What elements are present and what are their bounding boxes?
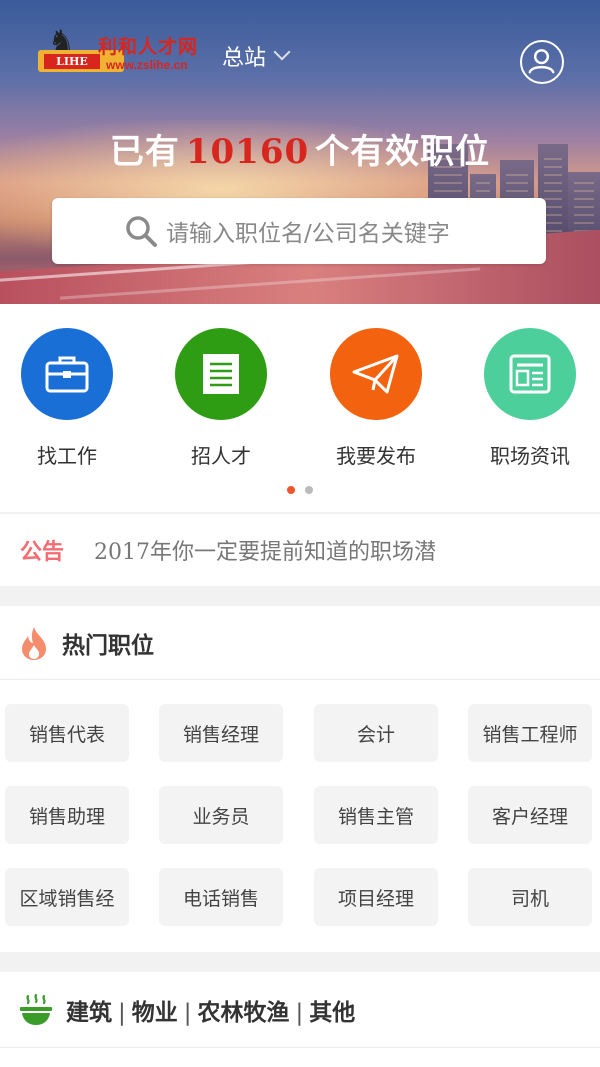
logo-badge-text: LIHE [44, 54, 100, 69]
quick-nav-news[interactable]: 职场资讯 [470, 328, 590, 469]
user-icon [528, 49, 555, 74]
next-section-top [0, 1048, 600, 1067]
quick-nav-find-job[interactable]: 找工作 [7, 328, 127, 469]
pagination-dot-active[interactable] [287, 486, 295, 494]
category-item[interactable]: 物业 [132, 1000, 178, 1026]
category-item[interactable]: 其他 [309, 1000, 355, 1026]
hot-jobs-header: 热门职位 [0, 606, 600, 680]
user-profile-button[interactable] [520, 40, 564, 84]
news-icon [509, 354, 551, 394]
hot-job-chip[interactable]: 业务员 [159, 786, 283, 844]
briefcase-icon [45, 356, 89, 393]
quick-nav-circle [484, 328, 576, 420]
site-logo[interactable]: ♞ LIHE 利和人才网 www.zslihe.cn [34, 24, 216, 78]
announcement-text[interactable]: 2017年你一定要提前知道的职场潜 [94, 534, 436, 566]
document-list-icon [203, 354, 239, 394]
quick-nav-circle [21, 328, 113, 420]
chevron-down-icon [273, 43, 291, 61]
quick-nav-label: 我要发布 [336, 444, 416, 468]
quick-nav-recruit[interactable]: 招人才 [161, 328, 281, 469]
hot-job-chip[interactable]: 销售助理 [5, 786, 129, 844]
announcement-bar[interactable]: 公告 2017年你一定要提前知道的职场潜 [0, 514, 600, 586]
hot-job-chip[interactable]: 区域销售经 [5, 868, 129, 926]
flame-icon [22, 626, 46, 660]
hot-job-chip[interactable]: 销售经理 [159, 704, 283, 762]
carousel-pagination [0, 486, 600, 494]
station-selector[interactable]: 总站 [222, 40, 291, 72]
quick-nav-label: 招人才 [191, 444, 251, 468]
category-separator: | [295, 999, 304, 1026]
hot-job-chip[interactable]: 项目经理 [314, 868, 438, 926]
hero-banner: ♞ LIHE 利和人才网 www.zslihe.cn 总站 已有 10160 个有效… [0, 0, 600, 304]
job-count-headline: 已有 10160 个有效职位 [0, 124, 600, 173]
quick-nav-circle [175, 328, 267, 420]
headline-suffix: 个有效职位 [315, 132, 491, 172]
search-placeholder: 请输入职位名/公司名关键字 [166, 221, 450, 247]
category-item[interactable]: 农林牧渔 [198, 1000, 290, 1026]
hot-job-chip[interactable]: 电话销售 [159, 868, 283, 926]
pagination-dot[interactable] [305, 486, 313, 494]
paper-plane-icon [352, 354, 399, 394]
search-box[interactable]: 请输入职位名/公司名关键字 [52, 198, 546, 264]
category-separator: | [118, 999, 126, 1026]
logo-url: www.zslihe.cn [106, 58, 188, 72]
steaming-bowl-icon [20, 993, 52, 1025]
search-icon [126, 216, 157, 247]
category-separator: | [183, 999, 192, 1026]
hot-job-chip[interactable]: 销售代表 [5, 704, 129, 762]
quick-nav-circle [330, 328, 422, 420]
hot-job-chip[interactable]: 客户经理 [468, 786, 592, 844]
hot-jobs-title: 热门职位 [62, 632, 154, 659]
category-row[interactable]: 建筑 | 物业 | 农林牧渔 | 其他 [0, 972, 600, 1048]
quick-nav-label: 找工作 [37, 444, 97, 468]
hot-job-chip[interactable]: 司机 [468, 868, 592, 926]
hot-jobs-section: 热门职位 销售代表 销售经理 会计 销售工程师 销售助理 业务员 销售主管 客户… [0, 606, 600, 952]
category-item[interactable]: 建筑 [66, 1000, 112, 1026]
hot-job-chip[interactable]: 销售主管 [314, 786, 438, 844]
category-text: 建筑 | 物业 | 农林牧渔 | 其他 [66, 993, 355, 1027]
quick-nav-publish[interactable]: 我要发布 [316, 328, 436, 469]
announcement-tag: 公告 [20, 540, 65, 565]
station-label: 总站 [222, 46, 267, 71]
job-count: 10160 [185, 132, 310, 172]
hot-job-chip[interactable]: 销售工程师 [468, 704, 592, 762]
quick-nav: 找工作 招人才 我要发布 职场资讯 [0, 304, 600, 512]
quick-nav-label: 职场资讯 [490, 444, 570, 468]
headline-prefix: 已有 [109, 132, 180, 172]
logo-name: 利和人才网 [98, 36, 199, 58]
hot-job-chip[interactable]: 会计 [314, 704, 438, 762]
